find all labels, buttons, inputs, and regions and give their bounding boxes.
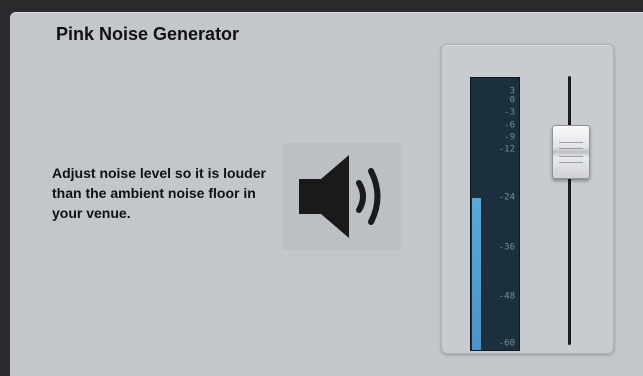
meter-scale: 3 0 -3 -6 -9 -12 -24 -36 -48 -60 — [471, 78, 519, 350]
meter-scale-label: -6 — [504, 120, 515, 130]
fader-grip-line — [559, 142, 583, 143]
meter-scale-label: 0 — [509, 95, 515, 106]
fader-knob[interactable] — [552, 125, 590, 179]
speaker-icon-box — [283, 143, 401, 250]
fader-grip-line — [559, 148, 583, 149]
meter-scale-label: -48 — [498, 291, 515, 302]
speaker-volume-icon — [299, 155, 381, 238]
instructions-text: Adjust noise level so it is louder than … — [52, 165, 266, 221]
meter-scale-label: -9 — [504, 132, 515, 143]
panel-title: Pink Noise Generator — [56, 24, 240, 44]
level-meter-frame — [441, 44, 614, 354]
meter-scale-label: -12 — [498, 144, 515, 155]
meter-scale-label: -60 — [498, 338, 515, 349]
meter-scale-label: -36 — [498, 242, 515, 253]
fader-grip-line — [559, 162, 583, 163]
fader-track[interactable] — [568, 76, 571, 345]
meter-scale-label: -3 — [504, 107, 515, 118]
meter-scale-label: -24 — [498, 192, 515, 203]
level-meter: 3 0 -3 -6 -9 -12 -24 -36 -48 -60 — [470, 77, 520, 351]
fader-grip-line — [559, 156, 583, 157]
